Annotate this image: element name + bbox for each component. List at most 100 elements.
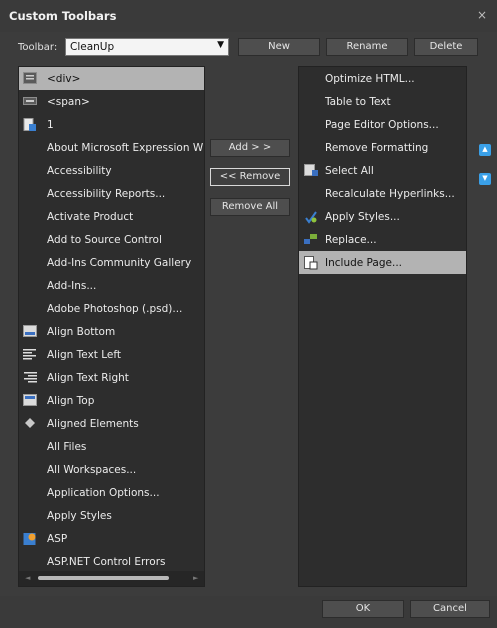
list-item[interactable]: Remove Formatting	[299, 136, 466, 159]
list-item-label: Apply Styles...	[325, 210, 400, 223]
blank-icon-slot	[23, 486, 39, 500]
remove-button[interactable]: << Remove	[210, 168, 290, 186]
blank-icon-slot	[23, 509, 39, 523]
list-item[interactable]: ASP.NET Control Errors	[19, 550, 204, 573]
aligned-elements-icon	[23, 417, 39, 431]
list-item[interactable]: Align Bottom	[19, 320, 204, 343]
toolbar-dropdown-value: CleanUp	[70, 41, 115, 53]
chevron-down-icon: ▼	[217, 40, 224, 50]
blank-icon-slot	[304, 118, 320, 132]
list-item-label: Align Text Left	[47, 348, 122, 361]
apply-styles-icon	[304, 210, 320, 224]
blank-icon-slot	[23, 302, 39, 316]
close-icon[interactable]: ×	[477, 8, 487, 22]
ok-button[interactable]: OK	[322, 600, 404, 618]
list-item[interactable]: Accessibility	[19, 159, 204, 182]
list-item[interactable]: <span>	[19, 90, 204, 113]
asp-icon	[23, 532, 39, 546]
list-item[interactable]: ASP	[19, 527, 204, 550]
list-item-label: Page Editor Options...	[325, 118, 439, 131]
replace-icon	[304, 233, 320, 247]
scroll-right-icon[interactable]: ►	[193, 574, 198, 582]
align-bottom-icon	[23, 324, 39, 339]
list-item[interactable]: Aligned Elements	[19, 412, 204, 435]
list-item-label: Adobe Photoshop (.psd)...	[47, 302, 183, 315]
list-item[interactable]: Include Page...	[299, 251, 466, 274]
list-item[interactable]: Adobe Photoshop (.psd)...	[19, 297, 204, 320]
blank-icon-slot	[304, 72, 320, 86]
arrow-down-icon: ▼	[482, 174, 488, 182]
blank-icon-slot	[23, 164, 39, 178]
list-item-label: All Workspaces...	[47, 463, 137, 476]
list-item[interactable]: Page Editor Options...	[299, 113, 466, 136]
list-item-label: 1	[47, 118, 54, 131]
list-item[interactable]: All Files	[19, 435, 204, 458]
list-item-label: Accessibility	[47, 164, 112, 177]
blank-icon-slot	[23, 440, 39, 454]
list-item[interactable]: Align Top	[19, 389, 204, 412]
blank-icon-slot	[304, 141, 320, 155]
list-item[interactable]: Table to Text	[299, 90, 466, 113]
toolbar-commands-list[interactable]: Optimize HTML... Table to Text Page Editor…	[298, 66, 467, 587]
list-item[interactable]: Apply Styles...	[299, 205, 466, 228]
select-all-icon	[304, 163, 320, 178]
add-button[interactable]: Add > >	[210, 139, 290, 157]
list-item[interactable]: Add-Ins Community Gallery	[19, 251, 204, 274]
div-tag-icon	[23, 71, 39, 86]
blank-icon-slot	[23, 256, 39, 270]
list-item-label: About Microsoft Expression W	[47, 141, 204, 154]
list-item-label: Application Options...	[47, 486, 160, 499]
title-bar: Custom Toolbars ×	[0, 0, 497, 32]
list-item-label: Include Page...	[325, 256, 402, 269]
list-item[interactable]: Optimize HTML...	[299, 67, 466, 90]
list-item[interactable]: 1	[19, 113, 204, 136]
list-item[interactable]: Align Text Right	[19, 366, 204, 389]
list-item[interactable]: About Microsoft Expression W	[19, 136, 204, 159]
list-item[interactable]: Apply Styles	[19, 504, 204, 527]
vertical-scrollbar[interactable]: ▲ ▼	[204, 67, 205, 571]
delete-button[interactable]: Delete	[414, 38, 478, 56]
scroll-left-icon[interactable]: ◄	[25, 574, 30, 582]
list-item-label: Remove Formatting	[325, 141, 429, 154]
list-item[interactable]: Accessibility Reports...	[19, 182, 204, 205]
list-item[interactable]: Application Options...	[19, 481, 204, 504]
horizontal-scrollbar[interactable]: ◄ ►	[19, 571, 204, 586]
list-item-label: Select All	[325, 164, 374, 177]
align-top-icon	[23, 393, 39, 408]
list-item-label: Add to Source Control	[47, 233, 162, 246]
blank-icon-slot	[23, 279, 39, 293]
list-item-label: Apply Styles	[47, 509, 112, 522]
list-item-label: Recalculate Hyperlinks...	[325, 187, 455, 200]
span-tag-icon	[23, 95, 39, 109]
blank-icon-slot	[304, 95, 320, 109]
list-item-label: Replace...	[325, 233, 377, 246]
align-text-left-icon	[23, 348, 39, 362]
blank-icon-slot	[23, 141, 39, 155]
list-item-label: Aligned Elements	[47, 417, 139, 430]
list-item-label: Accessibility Reports...	[47, 187, 166, 200]
list-item[interactable]: Add-Ins...	[19, 274, 204, 297]
list-item-label: Add-Ins...	[47, 279, 97, 292]
cancel-button[interactable]: Cancel	[410, 600, 490, 618]
list-item[interactable]: Replace...	[299, 228, 466, 251]
list-item[interactable]: Recalculate Hyperlinks...	[299, 182, 466, 205]
available-commands-list[interactable]: <div> <span> 1 About Microsoft Expression W…	[18, 66, 205, 587]
list-item[interactable]: Activate Product	[19, 205, 204, 228]
rename-button[interactable]: Rename	[326, 38, 408, 56]
list-item[interactable]: Align Text Left	[19, 343, 204, 366]
move-down-button[interactable]: ▼	[479, 173, 491, 185]
list-item[interactable]: Select All	[299, 159, 466, 182]
toolbar-dropdown[interactable]: CleanUp ▼	[65, 38, 229, 56]
list-item-label: Align Top	[47, 394, 95, 407]
list-item[interactable]: All Workspaces...	[19, 458, 204, 481]
new-button[interactable]: New	[238, 38, 320, 56]
move-up-button[interactable]: ▲	[479, 144, 491, 156]
list-item[interactable]: <div>	[19, 67, 204, 90]
blank-icon-slot	[23, 555, 39, 569]
remove-all-button[interactable]: Remove All	[210, 198, 290, 216]
list-item-label: Table to Text	[325, 95, 391, 108]
blank-icon-slot	[23, 233, 39, 247]
horizontal-scroll-thumb[interactable]	[38, 576, 169, 580]
list-item-label: Optimize HTML...	[325, 72, 415, 85]
list-item[interactable]: Add to Source Control	[19, 228, 204, 251]
